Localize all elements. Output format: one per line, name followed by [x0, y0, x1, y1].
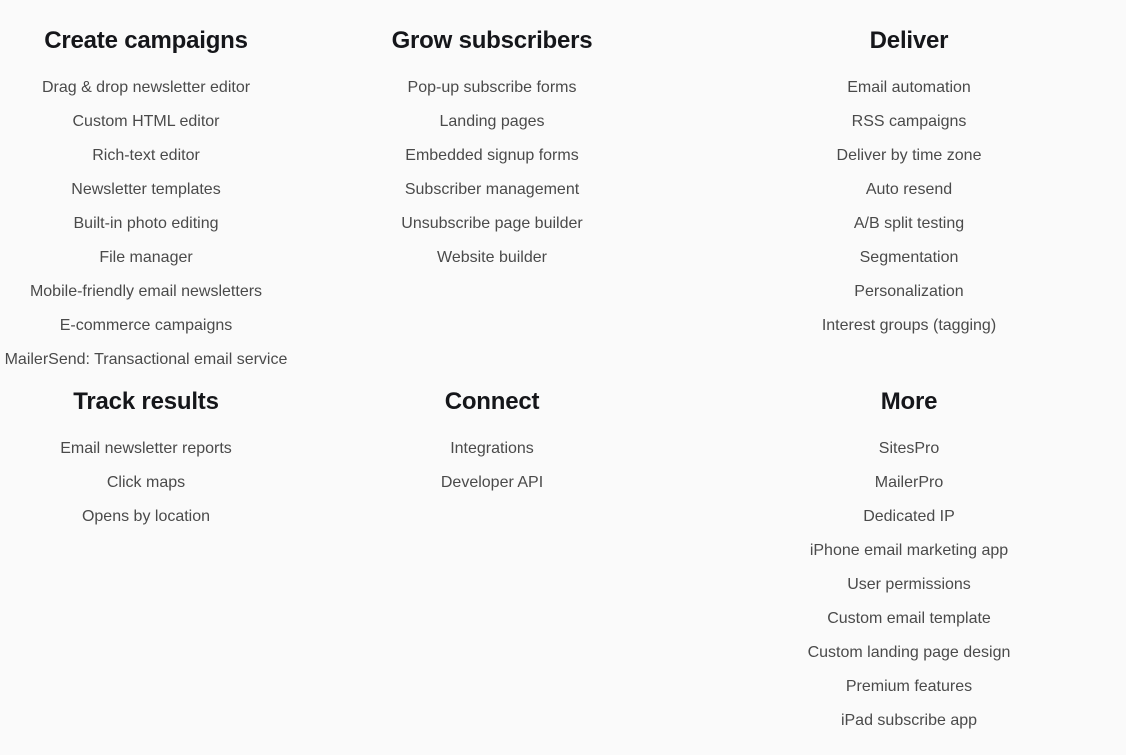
sitemap-link-dedicated-ip[interactable]: Dedicated IP	[863, 508, 955, 525]
column-heading-create-campaigns: Create campaigns	[44, 27, 248, 54]
sitemap-link-opens-by-location[interactable]: Opens by location	[82, 508, 210, 525]
sitemap-link-developer-api[interactable]: Developer API	[441, 474, 543, 491]
list-item: Landing pages	[292, 105, 692, 139]
column-heading-more: More	[880, 388, 938, 415]
sitemap-link-iphone-email-marketing-app[interactable]: iPhone email marketing app	[810, 542, 1008, 559]
sitemap-link-personalization[interactable]: Personalization	[854, 283, 963, 300]
list-item: Subscriber management	[292, 173, 692, 207]
sitemap-link-pop-up-subscribe-forms[interactable]: Pop-up subscribe forms	[408, 79, 577, 96]
column-heading-deliver: Deliver	[869, 27, 949, 54]
link-list-create-campaigns: Drag & drop newsletter editor Custom HTM…	[0, 71, 292, 377]
sitemap-link-custom-email-template[interactable]: Custom email template	[827, 610, 991, 627]
sitemap-link-sitespro[interactable]: SitesPro	[879, 440, 939, 457]
list-item: MailerPro	[692, 466, 1126, 500]
list-item: Segmentation	[692, 241, 1126, 275]
column-heading-track-results: Track results	[73, 388, 219, 415]
sitemap-link-website-builder[interactable]: Website builder	[437, 249, 547, 266]
sitemap-link-rich-text-editor[interactable]: Rich-text editor	[92, 147, 200, 164]
list-item: A/B split testing	[692, 207, 1126, 241]
sitemap-link-embedded-signup-forms[interactable]: Embedded signup forms	[405, 147, 578, 164]
sitemap-link-ipad-subscribe-app[interactable]: iPad subscribe app	[841, 712, 977, 729]
sitemap-column-more: More SitesPro MailerPro Dedicated IP iPh…	[692, 387, 1126, 738]
list-item: Website builder	[292, 241, 692, 275]
list-item: Dedicated IP	[692, 500, 1126, 534]
sitemap-column-grow-subscribers: Grow subscribers Pop-up subscribe forms …	[292, 26, 692, 387]
sitemap-link-subscriber-management[interactable]: Subscriber management	[405, 181, 579, 198]
sitemap-column-connect: Connect Integrations Developer API	[292, 387, 692, 738]
list-item: Click maps	[0, 466, 292, 500]
sitemap-link-segmentation[interactable]: Segmentation	[860, 249, 959, 266]
sitemap-link-mailersend-transactional-email-service[interactable]: MailerSend: Transactional email service	[5, 351, 288, 368]
column-heading-connect: Connect	[444, 388, 540, 415]
sitemap-link-newsletter-templates[interactable]: Newsletter templates	[71, 181, 220, 198]
list-item: RSS campaigns	[692, 105, 1126, 139]
list-item: Drag & drop newsletter editor	[0, 71, 292, 105]
sitemap-column-track-results: Track results Email newsletter reports C…	[0, 387, 292, 738]
list-item: Built-in photo editing	[0, 207, 292, 241]
sitemap-link-custom-landing-page-design[interactable]: Custom landing page design	[808, 644, 1011, 661]
link-list-grow-subscribers: Pop-up subscribe forms Landing pages Emb…	[292, 71, 692, 275]
sitemap-link-auto-resend[interactable]: Auto resend	[866, 181, 952, 198]
sitemap-column-create-campaigns: Create campaigns Drag & drop newsletter …	[0, 26, 292, 387]
list-item: User permissions	[692, 568, 1126, 602]
list-item: Email automation	[692, 71, 1126, 105]
sitemap-link-unsubscribe-page-builder[interactable]: Unsubscribe page builder	[401, 215, 582, 232]
link-list-more: SitesPro MailerPro Dedicated IP iPhone e…	[692, 432, 1126, 738]
sitemap-link-deliver-by-time-zone[interactable]: Deliver by time zone	[837, 147, 982, 164]
sitemap-link-email-automation[interactable]: Email automation	[847, 79, 971, 96]
sitemap-link-mobile-friendly-email-newsletters[interactable]: Mobile-friendly email newsletters	[30, 283, 262, 300]
sitemap-link-custom-html-editor[interactable]: Custom HTML editor	[73, 113, 220, 130]
list-item: Developer API	[292, 466, 692, 500]
list-item: Custom landing page design	[692, 636, 1126, 670]
sitemap-link-email-newsletter-reports[interactable]: Email newsletter reports	[60, 440, 232, 457]
list-item: Embedded signup forms	[292, 139, 692, 173]
list-item: Custom email template	[692, 602, 1126, 636]
sitemap-link-built-in-photo-editing[interactable]: Built-in photo editing	[74, 215, 219, 232]
sitemap-link-drag-drop-newsletter-editor[interactable]: Drag & drop newsletter editor	[42, 79, 250, 96]
list-item: Rich-text editor	[0, 139, 292, 173]
list-item: Mobile-friendly email newsletters	[0, 275, 292, 309]
list-item: Newsletter templates	[0, 173, 292, 207]
list-item: E-commerce campaigns	[0, 309, 292, 343]
list-item: Custom HTML editor	[0, 105, 292, 139]
list-item: iPhone email marketing app	[692, 534, 1126, 568]
sitemap-row-bottom: Track results Email newsletter reports C…	[0, 387, 1126, 738]
sitemap-link-interest-groups-tagging[interactable]: Interest groups (tagging)	[822, 317, 996, 334]
list-item: SitesPro	[692, 432, 1126, 466]
sitemap-link-ab-split-testing[interactable]: A/B split testing	[854, 215, 964, 232]
sitemap-link-rss-campaigns[interactable]: RSS campaigns	[852, 113, 967, 130]
sitemap-link-click-maps[interactable]: Click maps	[107, 474, 185, 491]
sitemap-row-top: Create campaigns Drag & drop newsletter …	[0, 26, 1126, 387]
list-item: Opens by location	[0, 500, 292, 534]
footer-sitemap: Create campaigns Drag & drop newsletter …	[0, 0, 1126, 738]
list-item: Email newsletter reports	[0, 432, 292, 466]
list-item: Premium features	[692, 670, 1126, 704]
list-item: Deliver by time zone	[692, 139, 1126, 173]
list-item: File manager	[0, 241, 292, 275]
list-item: iPad subscribe app	[692, 704, 1126, 738]
sitemap-link-premium-features[interactable]: Premium features	[846, 678, 972, 695]
list-item: Interest groups (tagging)	[692, 309, 1126, 343]
sitemap-link-user-permissions[interactable]: User permissions	[847, 576, 971, 593]
list-item: MailerSend: Transactional email service	[0, 343, 292, 377]
list-item: Integrations	[292, 432, 692, 466]
list-item: Unsubscribe page builder	[292, 207, 692, 241]
list-item: Personalization	[692, 275, 1126, 309]
sitemap-link-e-commerce-campaigns[interactable]: E-commerce campaigns	[60, 317, 233, 334]
link-list-track-results: Email newsletter reports Click maps Open…	[0, 432, 292, 534]
column-heading-grow-subscribers: Grow subscribers	[391, 27, 593, 54]
sitemap-link-file-manager[interactable]: File manager	[99, 249, 192, 266]
sitemap-link-mailerpro[interactable]: MailerPro	[875, 474, 943, 491]
link-list-deliver: Email automation RSS campaigns Deliver b…	[692, 71, 1126, 343]
list-item: Pop-up subscribe forms	[292, 71, 692, 105]
list-item: Auto resend	[692, 173, 1126, 207]
sitemap-column-deliver: Deliver Email automation RSS campaigns D…	[692, 26, 1126, 387]
sitemap-link-landing-pages[interactable]: Landing pages	[440, 113, 545, 130]
sitemap-link-integrations[interactable]: Integrations	[450, 440, 534, 457]
link-list-connect: Integrations Developer API	[292, 432, 692, 500]
